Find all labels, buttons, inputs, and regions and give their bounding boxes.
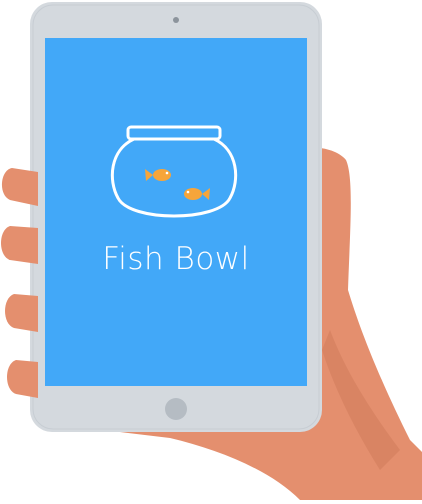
tablet-screen: [45, 38, 307, 386]
home-button-icon[interactable]: [165, 398, 187, 420]
app-title: Fish Bowl: [102, 241, 250, 277]
tablet-mockup-scene: Fish Bowl: [0, 0, 422, 500]
camera-dot-icon: [173, 17, 179, 23]
